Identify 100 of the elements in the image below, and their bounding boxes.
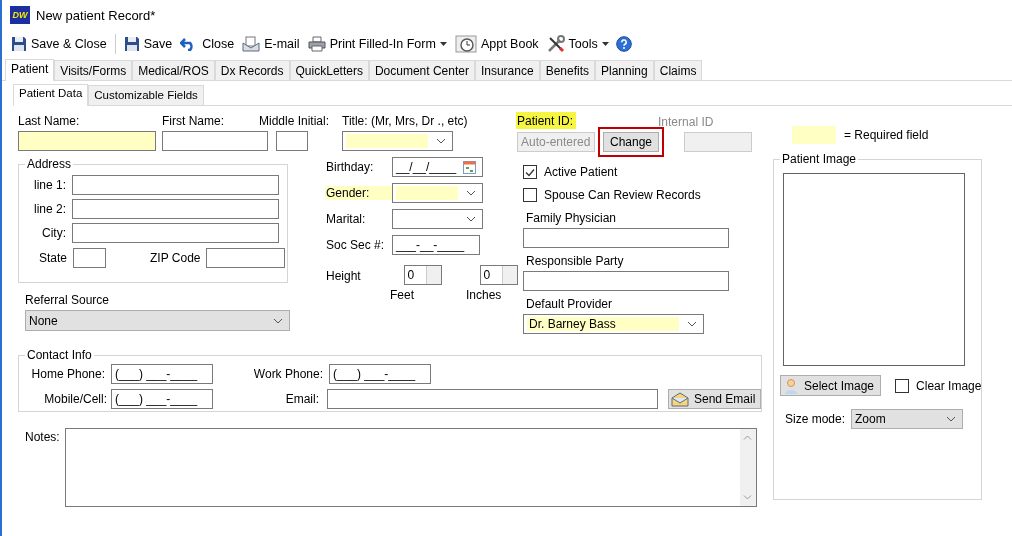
field-label: Gender:: [325, 186, 392, 200]
checkbox[interactable]: [523, 165, 537, 179]
select-image-button[interactable]: Select Image: [780, 375, 882, 396]
field-label: Mobile/Cell:: [43, 392, 107, 406]
legend-text: = Required field: [844, 128, 929, 142]
caret-icon: [601, 42, 609, 46]
provider-dropdown[interactable]: Dr. Barney Bass: [523, 314, 704, 334]
dropdown[interactable]: [392, 209, 483, 229]
tools-icon: [546, 35, 565, 53]
address-field[interactable]: [72, 175, 279, 195]
app-logo: DW: [10, 6, 30, 24]
phone-field[interactable]: (___) ___-____: [111, 364, 213, 384]
text-field[interactable]: [523, 271, 729, 291]
patient-id-field: Auto-entered: [517, 132, 595, 152]
checkbox-label[interactable]: Active Patient: [544, 165, 618, 179]
toolbar-button[interactable]: Appt Book: [453, 32, 540, 56]
checkbox-label[interactable]: Spouse Can Review Records: [544, 188, 701, 202]
calendar-icon[interactable]: [463, 160, 476, 174]
toolbar-button[interactable]: E-mail: [241, 34, 301, 54]
field-label: Notes:: [25, 430, 60, 446]
checkbox-label[interactable]: Clear Image: [916, 378, 982, 393]
toolbar-button[interactable]: Save & Close: [10, 34, 108, 54]
field-label: Work Phone:: [252, 367, 323, 381]
phone-field[interactable]: (___) ___-____: [111, 389, 213, 409]
field-label: ZIP Code: [150, 251, 201, 265]
field-label: City:: [41, 226, 66, 240]
field-label: Responsible Party: [526, 254, 624, 268]
tab[interactable]: Document Center: [368, 60, 475, 80]
toolbar-button[interactable]: Tools: [545, 33, 610, 55]
tab[interactable]: Insurance: [474, 60, 540, 80]
tab[interactable]: Claims: [653, 60, 703, 80]
chevron-down-icon: [273, 317, 283, 324]
field-label: Middle Initial:: [258, 114, 329, 128]
field-label: Soc Sec #:: [325, 238, 386, 252]
window-title: New patient Record*: [36, 7, 156, 23]
envelope-icon: [242, 36, 261, 52]
name-field[interactable]: [18, 131, 156, 151]
text-field[interactable]: [523, 228, 729, 248]
group-title: Address: [26, 157, 73, 171]
field-label: Marital:: [325, 212, 367, 226]
chevron-down-icon: [436, 138, 446, 144]
field-label: Last Name:: [18, 114, 81, 128]
required-swatch: [792, 126, 836, 144]
title-dropdown[interactable]: [342, 131, 453, 151]
state-field[interactable]: [73, 248, 106, 268]
spin-box[interactable]: 0: [479, 265, 518, 285]
zip-code-field[interactable]: [206, 248, 286, 268]
field-label: Size mode:: [785, 412, 846, 426]
email-field[interactable]: [327, 389, 658, 409]
envelope-icon: [671, 391, 689, 407]
checkbox[interactable]: [895, 378, 910, 393]
internal-id-field: [684, 132, 752, 152]
address-field[interactable]: [72, 223, 279, 243]
masked-field[interactable]: ___-__-____: [392, 235, 480, 255]
tab[interactable]: Planning: [595, 60, 654, 80]
field-label: Referral Source: [25, 293, 110, 307]
change-button[interactable]: Change: [603, 132, 659, 152]
caret-icon: [439, 42, 447, 46]
name-field[interactable]: [276, 131, 308, 151]
chevron-down-icon: [946, 416, 957, 422]
group-title: Patient Image: [781, 152, 858, 166]
field-label: Default Provider: [526, 297, 613, 311]
chevron-down-icon: [466, 190, 476, 196]
field-label: Family Physician: [526, 211, 617, 225]
dropdown[interactable]: [392, 183, 483, 203]
field-label: Birthday:: [325, 160, 375, 174]
name-field[interactable]: [162, 131, 268, 151]
field-label: line 1:: [32, 178, 66, 192]
spin-box[interactable]: 0: [403, 265, 442, 285]
tab[interactable]: Patient Data: [13, 84, 89, 106]
tab[interactable]: Dx Records: [214, 60, 290, 80]
field-label: line 2:: [32, 202, 66, 216]
field-label: Feet: [389, 288, 415, 302]
tab[interactable]: Customizable Fields: [88, 85, 204, 105]
field-label: Title: (Mr, Mrs, Dr ., etc): [342, 114, 468, 128]
help-icon[interactable]: [615, 36, 632, 52]
toolbar-button[interactable]: Save: [122, 34, 174, 54]
send-email-button[interactable]: Send Email: [668, 389, 762, 409]
address-field[interactable]: [72, 199, 279, 219]
checkbox[interactable]: [523, 188, 537, 202]
chevron-down-icon: [466, 216, 476, 222]
tab[interactable]: Medical/ROS: [132, 60, 215, 80]
tab[interactable]: Visits/Forms: [54, 60, 133, 80]
referral-source-dropdown[interactable]: None: [25, 310, 290, 331]
group-title: Contact Info: [26, 348, 93, 362]
field-label: Inches: [465, 288, 503, 302]
field-label: Height: [325, 268, 362, 283]
field-label: Email:: [284, 392, 319, 406]
field-label: Home Phone:: [30, 367, 105, 381]
birthday-field[interactable]: __/__/____: [392, 157, 483, 177]
phone-field[interactable]: (___) ___-____: [329, 364, 431, 384]
size-mode-dropdown[interactable]: Zoom: [851, 409, 964, 429]
field-label: State: [37, 251, 67, 265]
tab[interactable]: Patient: [5, 59, 55, 81]
field-label: Internal ID: [658, 115, 714, 129]
toolbar-button[interactable]: Print Filled-In Form: [306, 34, 448, 54]
tab[interactable]: Benefits: [539, 60, 595, 80]
toolbar-button[interactable]: Close: [179, 35, 236, 53]
person-icon: [783, 377, 799, 394]
tab[interactable]: QuickLetters: [289, 60, 369, 80]
